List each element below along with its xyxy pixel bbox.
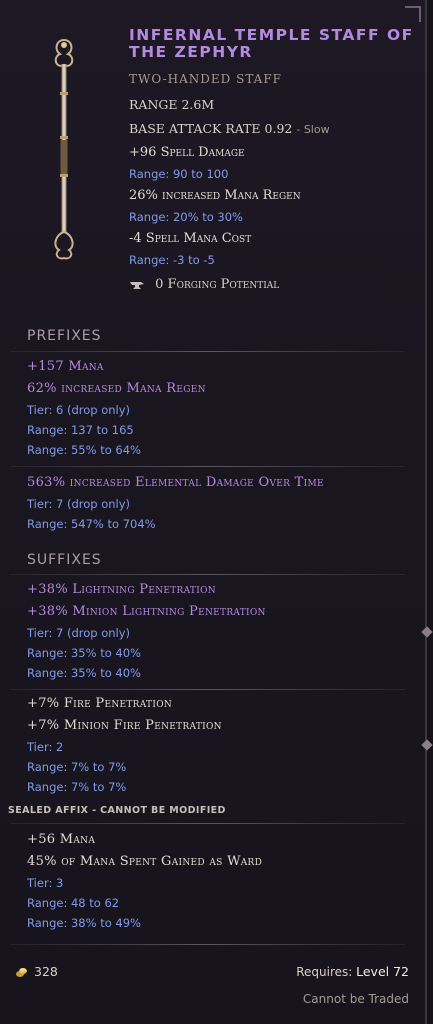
trade-status: Cannot be Traded (302, 992, 409, 1006)
affix-mod: +157 Mana (27, 359, 104, 374)
affix-range: Range: 38% to 49% (27, 916, 141, 930)
affix-mod: +56 Mana (27, 832, 96, 847)
affix-range: Range: 35% to 40% (27, 646, 141, 660)
gold-amount: 328 (34, 964, 58, 979)
affix-range: Range: 55% to 64% (27, 443, 141, 457)
affix-mod: +7% Fire Penetration (27, 696, 173, 711)
implicit-mod: 26% increased Mana Regen (129, 188, 301, 203)
affix-tier: Tier: 3 (27, 876, 64, 890)
affix-range: Range: 7% to 7% (27, 780, 127, 794)
gold-coin-icon (16, 968, 27, 977)
level-requirement: Requires: Level 72 (296, 964, 409, 979)
affix-range: Range: 35% to 40% (27, 666, 141, 680)
item-header: INFERNAL TEMPLE STAFF OF THE ZEPHYR TWO-… (0, 0, 425, 310)
forging-potential-text: 0 Forging Potential (155, 277, 280, 292)
attack-rate-label: BASE ATTACK RATE 0.92 (129, 121, 293, 136)
divider (10, 574, 405, 575)
edge-ornament (421, 626, 433, 638)
item-attack-rate: BASE ATTACK RATE 0.92 - Slow (129, 121, 330, 136)
forging-potential: 0 Forging Potential (129, 277, 279, 292)
implicit-range: Range: -3 to -5 (129, 253, 215, 267)
item-range: RANGE 2.6M (129, 97, 215, 112)
divider (10, 823, 405, 824)
affix-mod: +38% Lightning Penetration (27, 582, 216, 597)
prefixes-heading: PREFIXES (27, 328, 102, 344)
attack-rate-speed: - Slow (296, 123, 330, 136)
implicit-range: Range: 20% to 30% (129, 210, 243, 224)
affix-mod: 563% increased Elemental Damage Over Tim… (27, 475, 324, 490)
item-tooltip: INFERNAL TEMPLE STAFF OF THE ZEPHYR TWO-… (0, 0, 433, 1024)
affix-range: Range: 547% to 704% (27, 517, 156, 531)
affix-tier: Tier: 2 (27, 740, 64, 754)
affix-tier: Tier: 7 (drop only) (27, 626, 131, 640)
divider (10, 689, 405, 690)
divider (10, 351, 405, 352)
implicit-mod: +96 Spell Damage (129, 145, 245, 160)
affix-mod: +38% Minion Lightning Penetration (27, 604, 266, 619)
requires-label: Requires: (296, 965, 353, 979)
sealed-affix: +56 Mana 45% of Mana Spent Gained as War… (27, 829, 417, 933)
anvil-icon (130, 281, 144, 289)
implicit-range: Range: 90 to 100 (129, 167, 229, 181)
prefix-affix: +157 Mana 62% increased Mana Regen Tier:… (27, 356, 417, 460)
divider (10, 944, 405, 945)
divider (10, 466, 405, 467)
affix-tier: Tier: 6 (drop only) (27, 403, 131, 417)
suffixes-heading: SUFFIXES (27, 552, 102, 568)
affix-tier: Tier: 7 (drop only) (27, 497, 131, 511)
affix-mod: 62% increased Mana Regen (27, 381, 206, 396)
requires-level: Level 72 (356, 964, 409, 979)
affix-range: Range: 48 to 62 (27, 896, 120, 910)
affix-range: Range: 7% to 7% (27, 760, 127, 774)
edge-ornament (421, 739, 433, 751)
implicit-mod: -4 Spell Mana Cost (129, 231, 252, 246)
affix-mod: +7% Minion Fire Penetration (27, 718, 222, 733)
item-base-type: TWO-HANDED STAFF (129, 72, 283, 86)
prefix-affix: 563% increased Elemental Damage Over Tim… (27, 472, 417, 534)
affix-range: Range: 137 to 165 (27, 423, 134, 437)
gold-value: 328 (15, 964, 58, 979)
affix-mod: 45% of Mana Spent Gained as Ward (27, 854, 263, 869)
staff-art-icon (54, 39, 74, 260)
item-name: INFERNAL TEMPLE STAFF OF THE ZEPHYR (129, 26, 414, 61)
sealed-affix-label: SEALED AFFIX - CANNOT BE MODIFIED (8, 805, 226, 816)
suffix-affix: +7% Fire Penetration +7% Minion Fire Pen… (27, 693, 417, 797)
suffix-affix: +38% Lightning Penetration +38% Minion L… (27, 579, 417, 683)
